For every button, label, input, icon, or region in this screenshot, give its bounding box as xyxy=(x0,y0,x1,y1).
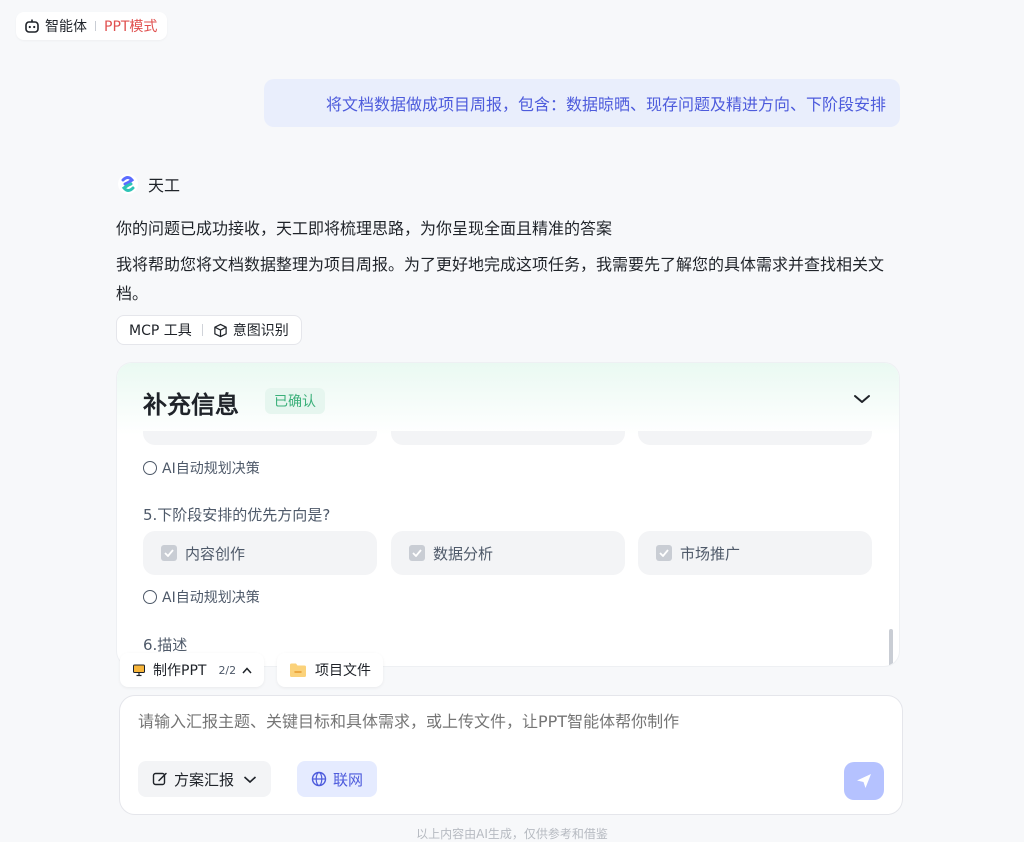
checkbox-checked-icon xyxy=(409,545,425,561)
prompt-input-area: 方案汇报 联网 xyxy=(119,695,903,815)
scheme-report-dropdown[interactable]: 方案汇报 xyxy=(138,761,272,797)
card-title: 补充信息 xyxy=(143,391,239,419)
folder-icon xyxy=(290,663,306,677)
option-label: 内容创作 xyxy=(185,544,246,563)
presentation-icon xyxy=(133,664,145,677)
agent-mode-pill[interactable]: 智能体 PPT模式 xyxy=(16,12,168,40)
globe-icon xyxy=(311,771,327,787)
status-badge: 已确认 xyxy=(265,388,325,414)
supplement-card: 补充信息 已确认 AI自动规划决策 5.下阶段安排的优先方向是? 内容创作 数据… xyxy=(116,362,900,667)
assistant-paragraph: 你的问题已成功接收，天工即将梳理思路，为你呈现全面且精准的答案 xyxy=(116,219,613,238)
chevron-up-icon[interactable] xyxy=(242,666,252,674)
assistant-name: 天工 xyxy=(148,176,181,195)
mcp-tool-label: MCP 工具 xyxy=(129,323,192,339)
make-ppt-label: 制作PPT xyxy=(153,663,207,679)
make-ppt-chip[interactable]: 制作PPT 2/2 xyxy=(120,653,265,687)
project-files-chip[interactable]: 项目文件 xyxy=(277,653,383,687)
question-label: 6.描述 xyxy=(143,636,188,654)
radio-label: AI自动规划决策 xyxy=(162,590,260,606)
scrollbar[interactable] xyxy=(889,629,893,666)
send-button[interactable] xyxy=(844,762,884,800)
divider xyxy=(201,324,203,336)
radio-circle-icon xyxy=(143,461,157,475)
option-content-creation[interactable]: 内容创作 xyxy=(143,531,377,575)
chevron-down-icon xyxy=(243,775,257,783)
auto-plan-radio[interactable]: AI自动规划决策 xyxy=(143,458,260,478)
option-data-analysis[interactable]: 数据分析 xyxy=(391,531,625,575)
mode-label: PPT模式 xyxy=(104,19,158,35)
scheme-label: 方案汇报 xyxy=(174,770,235,789)
robot-icon xyxy=(25,19,39,33)
edit-icon xyxy=(152,772,167,786)
user-message: 将文档数据做成项目周报，包含：数据晾晒、现存问题及精进方向、下阶段安排 xyxy=(264,79,900,127)
assistant-header: 天工 xyxy=(116,172,180,196)
web-label: 联网 xyxy=(333,770,364,789)
option-label: 市场推广 xyxy=(680,544,741,563)
divider xyxy=(95,21,96,31)
option-stub xyxy=(143,431,377,445)
option-stub xyxy=(391,431,625,445)
auto-plan-radio[interactable]: AI自动规划决策 xyxy=(143,587,260,607)
option-marketing[interactable]: 市场推广 xyxy=(638,531,872,575)
chevron-down-icon[interactable] xyxy=(853,393,871,405)
radio-label: AI自动规划决策 xyxy=(162,461,260,477)
question-label: 5.下阶段安排的优先方向是? xyxy=(143,506,331,524)
checkbox-checked-icon xyxy=(161,545,177,561)
page-counter: 2/2 xyxy=(218,663,237,677)
tiangong-logo-icon xyxy=(118,174,138,194)
tool-usage-chip[interactable]: MCP 工具 意图识别 xyxy=(116,315,302,345)
send-icon xyxy=(857,774,871,788)
assistant-paragraph: 我将帮助您将文档数据整理为项目周报。为了更好地完成这项任务，我需要先了解您的具体… xyxy=(116,255,885,303)
cube-icon xyxy=(214,323,227,337)
checkbox-checked-icon xyxy=(656,545,672,561)
agent-label: 智能体 xyxy=(45,19,87,35)
web-search-toggle[interactable]: 联网 xyxy=(297,761,378,797)
ai-disclaimer: 以上内容由AI生成，仅供参考和借鉴 xyxy=(416,827,608,841)
option-stub xyxy=(638,431,872,445)
intent-recognition-label: 意图识别 xyxy=(232,323,289,339)
radio-circle-icon xyxy=(143,590,157,604)
option-label: 数据分析 xyxy=(433,544,494,563)
project-files-label: 项目文件 xyxy=(315,663,371,679)
prompt-input[interactable] xyxy=(138,712,878,731)
